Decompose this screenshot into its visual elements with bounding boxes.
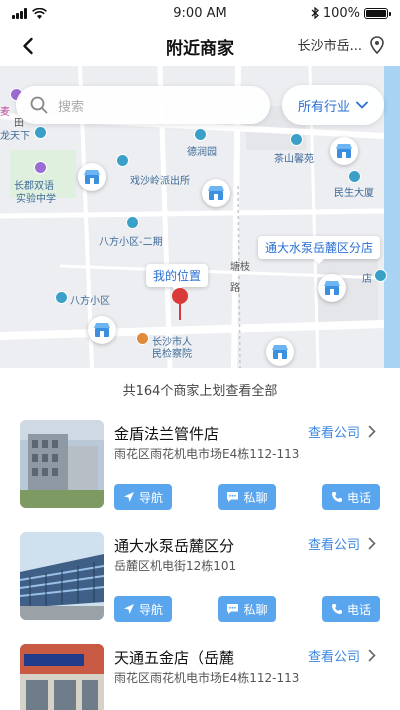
shop-count-text: 共164个商家上划查看全部: [122, 384, 278, 399]
status-bar: 9:00 AM 100%: [0, 0, 400, 26]
shop-address: 雨花区雨花机电市场E4栋112-113: [114, 671, 300, 685]
shop-name: 通大水泵岳麓区分: [114, 537, 235, 555]
map-label: 龙天下: [0, 131, 30, 142]
map-label: 八方小区: [70, 296, 110, 307]
call-label: 电话: [346, 602, 371, 617]
shop-name: 天通五金店（岳麓: [114, 649, 235, 667]
view-company-label: 查看公司: [307, 650, 360, 665]
map-label: 八方小区-二期: [99, 237, 163, 248]
map-label: 德润园: [187, 147, 217, 158]
store-icon: [336, 144, 352, 158]
shop-location-label[interactable]: 通大水泵岳麓区分店: [258, 236, 381, 264]
my-location-label: 我的位置: [146, 264, 209, 292]
search-icon: [30, 96, 48, 114]
store-marker[interactable]: [266, 338, 294, 366]
poi-marker[interactable]: [55, 291, 68, 304]
map-label: 茶山馨苑: [274, 154, 314, 165]
phone-icon: [331, 492, 342, 502]
map-label: 民生大厦: [334, 188, 374, 199]
location-pin-icon: [370, 35, 384, 54]
map-label: 路: [230, 283, 240, 294]
map-label: 实验中学: [16, 194, 56, 205]
navigate-button[interactable]: 导航: [114, 484, 172, 510]
map-label: 塘枝: [230, 262, 250, 273]
shop-photo: [20, 420, 104, 508]
phone-icon: [331, 604, 342, 614]
city-label: 长沙市岳...: [297, 39, 362, 54]
store-marker[interactable]: [88, 316, 116, 344]
signal-icon: [12, 7, 27, 19]
call-label: 电话: [346, 490, 371, 505]
city-selector[interactable]: 长沙市岳...: [298, 35, 384, 54]
search-input[interactable]: 搜索: [16, 86, 270, 124]
status-left: [12, 7, 47, 19]
chevron-right-icon: [368, 649, 376, 662]
shop-card[interactable]: 金盾法兰管件店 雨花区雨花机电市场E4栋112-113 查看公司 导航 私聊 电…: [0, 408, 400, 520]
store-icon: [272, 345, 288, 359]
store-marker[interactable]: [318, 274, 346, 302]
navigate-label: 导航: [138, 602, 163, 617]
poi-marker[interactable]: [116, 154, 129, 167]
call-button[interactable]: 电话: [322, 484, 380, 510]
industry-filter-label: 所有行业: [297, 99, 350, 115]
shop-card[interactable]: 通大水泵岳麓区分 岳麓区机电街12栋101 查看公司 导航 私聊 电话: [0, 520, 400, 632]
poi-marker[interactable]: [374, 269, 387, 282]
nav-bar: 附近商家 长沙市岳...: [0, 26, 400, 66]
store-marker[interactable]: [330, 137, 358, 165]
poi-marker[interactable]: [194, 128, 207, 141]
shop-photo: [20, 532, 104, 620]
my-location-pin: [172, 288, 188, 320]
view-company-label: 查看公司: [307, 538, 360, 553]
shop-address: 岳麓区机电街12栋101: [114, 559, 237, 573]
map-label: 麦: [0, 107, 10, 118]
chat-button[interactable]: 私聊: [218, 484, 276, 510]
industry-filter-button[interactable]: 所有行业: [282, 85, 384, 125]
bluetooth-icon: [311, 7, 319, 19]
chat-icon: [227, 604, 239, 614]
navigate-arrow-icon: [123, 604, 134, 614]
store-marker[interactable]: [202, 179, 230, 207]
view-company-link[interactable]: 查看公司: [308, 534, 376, 553]
map-label: 戏沙岭派出所: [130, 176, 190, 187]
status-right: 100%: [311, 5, 391, 21]
chat-label: 私聊: [243, 490, 268, 505]
chat-label: 私聊: [243, 602, 268, 617]
store-icon: [84, 170, 100, 184]
map-label: 店: [362, 274, 372, 285]
wifi-icon: [32, 7, 47, 19]
view-company-link[interactable]: 查看公司: [308, 422, 376, 441]
poi-marker[interactable]: [126, 216, 139, 229]
call-button[interactable]: 电话: [322, 596, 380, 622]
chat-button[interactable]: 私聊: [218, 596, 276, 622]
search-placeholder: 搜索: [58, 99, 85, 115]
navigate-arrow-icon: [123, 492, 134, 502]
navigate-label: 导航: [138, 490, 163, 505]
store-icon: [324, 281, 340, 295]
shop-card[interactable]: 天通五金店（岳麓 雨花区雨花机电市场E4栋112-113 查看公司: [0, 632, 400, 710]
view-company-link[interactable]: 查看公司: [308, 646, 376, 665]
poi-marker[interactable]: [136, 332, 149, 345]
shop-address: 雨花区雨花机电市场E4栋112-113: [114, 447, 300, 461]
shop-photo: [20, 644, 104, 710]
shop-name: 金盾法兰管件店: [114, 425, 220, 443]
battery-percent: 100%: [322, 5, 360, 21]
chat-icon: [227, 492, 239, 502]
chevron-right-icon: [368, 537, 376, 550]
navigate-button[interactable]: 导航: [114, 596, 172, 622]
poi-marker[interactable]: [290, 133, 303, 146]
map-view[interactable]: 麦 田 龙天下 德润园 茶山馨苑 长郡双语 实验中学 戏沙岭派出所 民生大厦 八…: [0, 66, 400, 368]
poi-marker[interactable]: [34, 161, 47, 174]
store-icon: [208, 186, 224, 200]
chevron-down-icon: [356, 101, 368, 109]
poi-marker[interactable]: [348, 170, 361, 183]
view-company-label: 查看公司: [307, 426, 360, 441]
store-icon: [94, 323, 110, 337]
map-label: 民检察院: [152, 349, 192, 360]
battery-icon: [364, 7, 391, 19]
chevron-right-icon: [368, 425, 376, 438]
poi-marker[interactable]: [34, 126, 47, 139]
store-marker[interactable]: [78, 163, 106, 191]
